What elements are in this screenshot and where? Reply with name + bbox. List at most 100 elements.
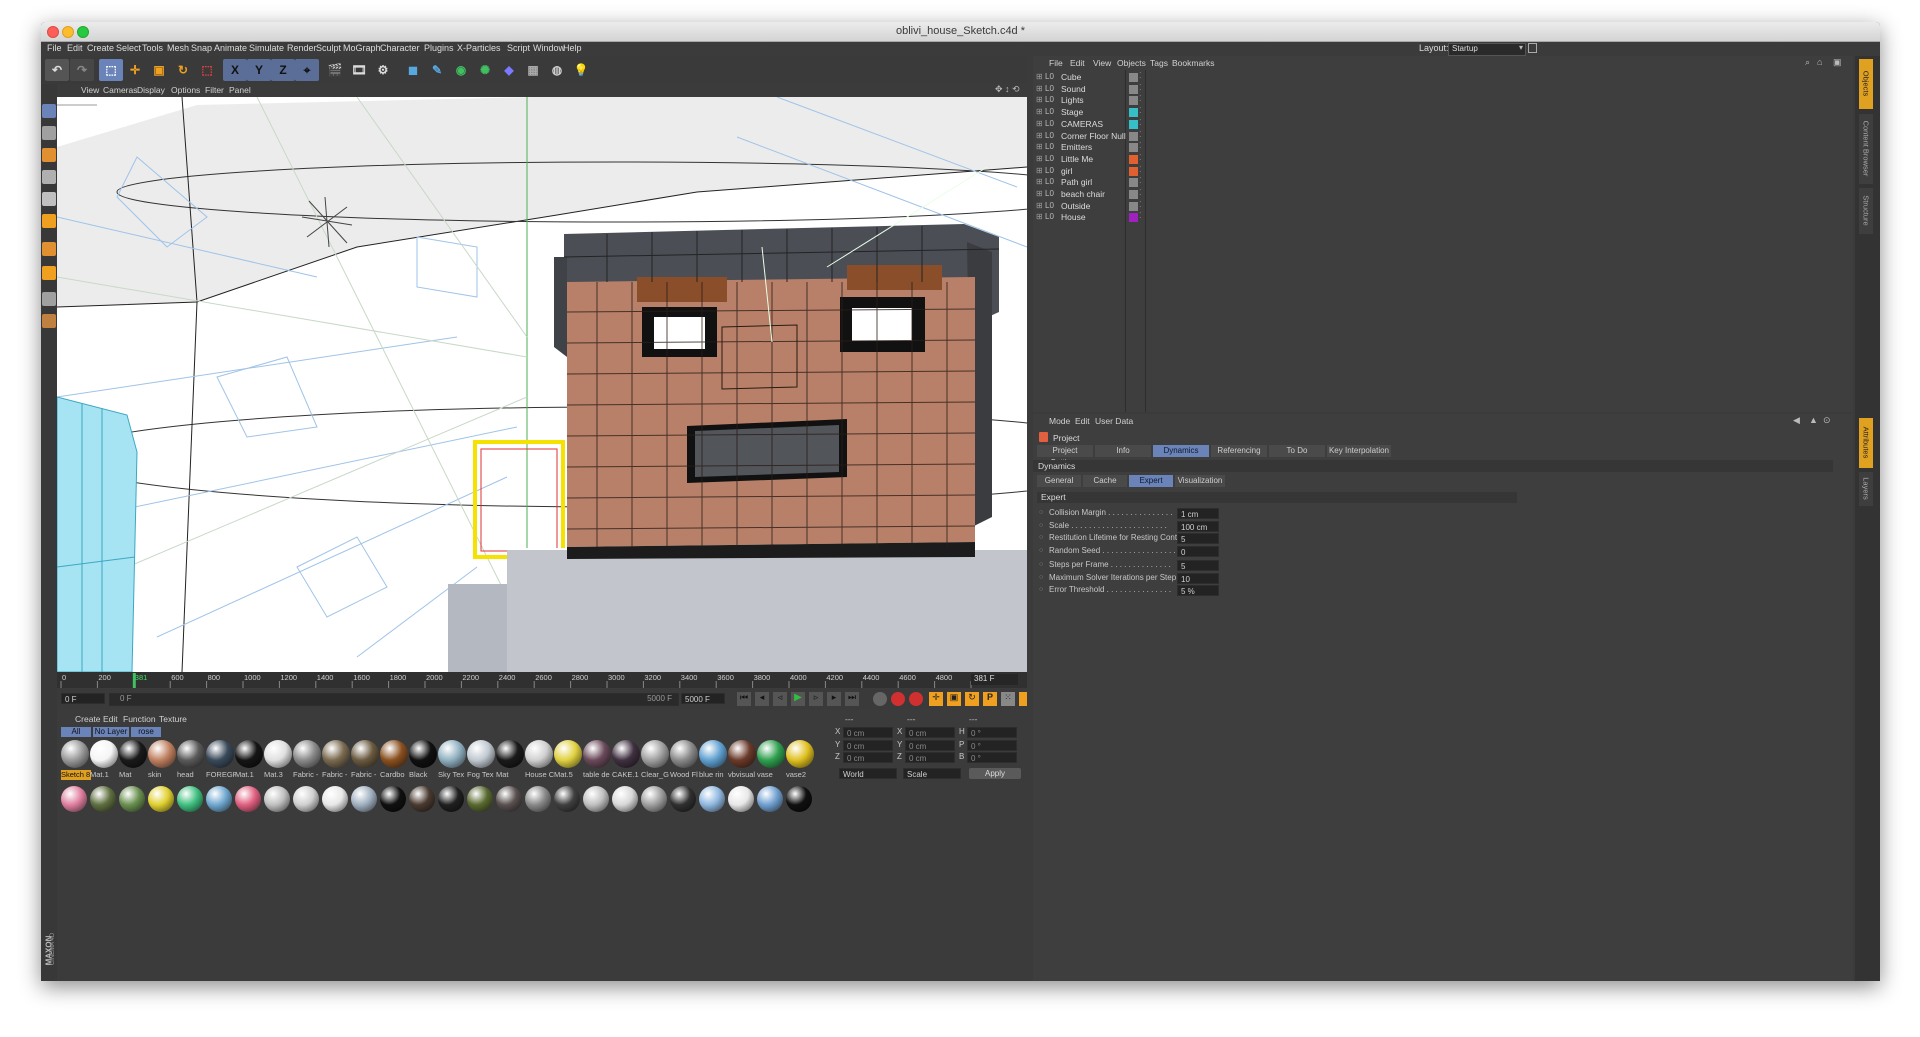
render-to-picture-viewer-button[interactable]: 🎞 [347, 59, 371, 81]
visibility-dots-icon[interactable]: ⁚ [1139, 71, 1142, 80]
subtab-visualization[interactable]: Visualization [1175, 475, 1225, 487]
viewport-menu-view[interactable]: View [81, 85, 99, 95]
attribute-value-field[interactable]: 0 [1177, 545, 1219, 557]
material-swatch[interactable] [148, 786, 174, 812]
attribute-value-field[interactable]: 10 [1177, 572, 1219, 584]
material-swatch[interactable] [409, 740, 437, 768]
menu-edit[interactable]: Edit [67, 43, 83, 53]
expand-icon[interactable]: ⊞ [1036, 201, 1043, 210]
material-swatch[interactable] [641, 786, 667, 812]
tab-referencing[interactable]: Referencing [1211, 445, 1267, 457]
apply-button[interactable]: Apply [969, 768, 1021, 779]
material-filter-all[interactable]: All [61, 727, 91, 737]
material-menu-function[interactable]: Function [123, 714, 156, 724]
material-swatch[interactable] [699, 740, 727, 768]
coord-value-field[interactable]: 0 cm [905, 739, 955, 751]
next-frame-button[interactable]: ▹ [809, 692, 823, 706]
material-swatch[interactable] [467, 786, 493, 812]
model-mode-button[interactable] [42, 104, 56, 118]
viewport-menu-display[interactable]: Display [137, 85, 165, 95]
menu-sculpt[interactable]: Sculpt [316, 43, 341, 53]
scale-tool-button[interactable]: ▣ [147, 59, 171, 81]
expand-icon[interactable]: ⊞ [1036, 212, 1043, 221]
material-swatch[interactable] [206, 740, 234, 768]
points-mode-button[interactable] [42, 170, 56, 184]
objects-menu-tags[interactable]: Tags [1150, 58, 1168, 68]
tab-key-interpolation[interactable]: Key Interpolation [1327, 445, 1391, 457]
object-name[interactable]: Little Me [1061, 154, 1093, 164]
scale-key-button[interactable]: ▣ [947, 692, 961, 706]
workplane-mode-button[interactable] [42, 148, 56, 162]
go-to-end-button[interactable]: ⏭ [845, 692, 859, 706]
material-menu-texture[interactable]: Texture [159, 714, 187, 724]
material-swatch[interactable] [177, 740, 205, 768]
attributes-menu-mode[interactable]: Mode [1049, 416, 1070, 426]
visibility-dots-icon[interactable]: ⁚ [1139, 141, 1142, 150]
expand-icon[interactable]: ⊞ [1036, 72, 1043, 81]
material-swatch[interactable] [612, 786, 638, 812]
expand-icon[interactable]: ⊞ [1036, 166, 1043, 175]
timeline-layout-button[interactable] [1019, 692, 1027, 706]
tab-info[interactable]: Info [1095, 445, 1151, 457]
material-swatch[interactable] [235, 740, 263, 768]
back-arrow-icon[interactable]: ◀ [1793, 415, 1800, 426]
layer-color-swatch[interactable] [1129, 190, 1138, 199]
coord-value-field[interactable]: 0 cm [843, 752, 893, 763]
side-tab-attributes[interactable]: Attributes [1859, 418, 1873, 468]
parameter-key-button[interactable]: P [983, 692, 997, 706]
attribute-value-field[interactable]: 5 % [1177, 585, 1219, 596]
menu-mograph[interactable]: MoGraph [343, 43, 381, 53]
material-swatch[interactable] [786, 786, 812, 812]
material-swatch[interactable] [90, 740, 118, 768]
object-name[interactable]: Outside [1061, 201, 1090, 211]
object-name[interactable]: CAMERAS [1061, 119, 1103, 129]
camera-object-button[interactable]: ◍ [545, 59, 569, 81]
expand-icon[interactable]: ⊞ [1036, 119, 1043, 128]
object-name[interactable]: Stage [1061, 107, 1083, 117]
attribute-value-field[interactable]: 1 cm [1177, 508, 1219, 519]
side-tab-structure[interactable]: Structure [1859, 188, 1873, 234]
material-swatch[interactable] [757, 740, 785, 768]
layer-color-swatch[interactable] [1129, 73, 1138, 82]
menu-x-particles[interactable]: X-Particles [457, 43, 501, 53]
attributes-menu-user-data[interactable]: User Data [1095, 416, 1133, 426]
object-name[interactable]: Emitters [1061, 142, 1092, 152]
recent-tool-button[interactable]: ⬚ [195, 59, 219, 81]
material-swatch[interactable] [757, 786, 783, 812]
render-settings-button[interactable]: ⚙ [371, 59, 395, 81]
material-swatch[interactable] [61, 740, 89, 768]
layer-color-swatch[interactable] [1129, 154, 1138, 164]
objects-menu-file[interactable]: File [1049, 58, 1063, 68]
material-swatch[interactable] [583, 740, 611, 768]
subtab-general[interactable]: General [1037, 475, 1081, 487]
coordinate-system-button[interactable]: ⌖ [295, 59, 319, 81]
visibility-dots-icon[interactable]: ⁚ [1139, 165, 1142, 174]
rotate-tool-button[interactable]: ↻ [171, 59, 195, 81]
expand-icon[interactable]: ⊞ [1036, 131, 1043, 140]
play-button[interactable]: ▶ [791, 692, 805, 706]
expand-icon[interactable]: ⊞ [1036, 84, 1043, 93]
material-swatch[interactable] [554, 786, 580, 812]
side-tab-objects[interactable]: Objects [1859, 59, 1873, 109]
forward-arrow-icon[interactable]: ▲ [1809, 415, 1818, 425]
expand-icon[interactable]: ⊞ [1036, 177, 1043, 186]
menu-character[interactable]: Character [380, 43, 420, 53]
move-tool-button[interactable]: ✛ [123, 59, 147, 81]
menu-window[interactable]: Window [533, 43, 565, 53]
material-swatch[interactable] [322, 740, 350, 768]
coord-value-field[interactable]: 0 ° [967, 727, 1017, 738]
attribute-value-field[interactable]: 5 [1177, 560, 1219, 571]
material-menu-edit[interactable]: Edit [103, 714, 118, 724]
object-name[interactable]: Path girl [1061, 177, 1092, 187]
viewport-3d[interactable] [57, 97, 1027, 672]
menu-snap[interactable]: Snap [191, 43, 212, 53]
tweak-mode-button[interactable] [42, 266, 56, 280]
objects-menu-view[interactable]: View [1093, 58, 1111, 68]
material-swatch[interactable] [264, 786, 290, 812]
visibility-dots-icon[interactable]: ⁚ [1139, 118, 1142, 127]
material-swatch[interactable] [554, 740, 582, 768]
start-frame-field[interactable]: 0 F [61, 693, 105, 704]
attribute-value-field[interactable]: 100 cm [1177, 520, 1219, 532]
go-to-start-button[interactable]: ⏮ [737, 692, 751, 706]
workplane-lock-button[interactable] [42, 314, 56, 328]
